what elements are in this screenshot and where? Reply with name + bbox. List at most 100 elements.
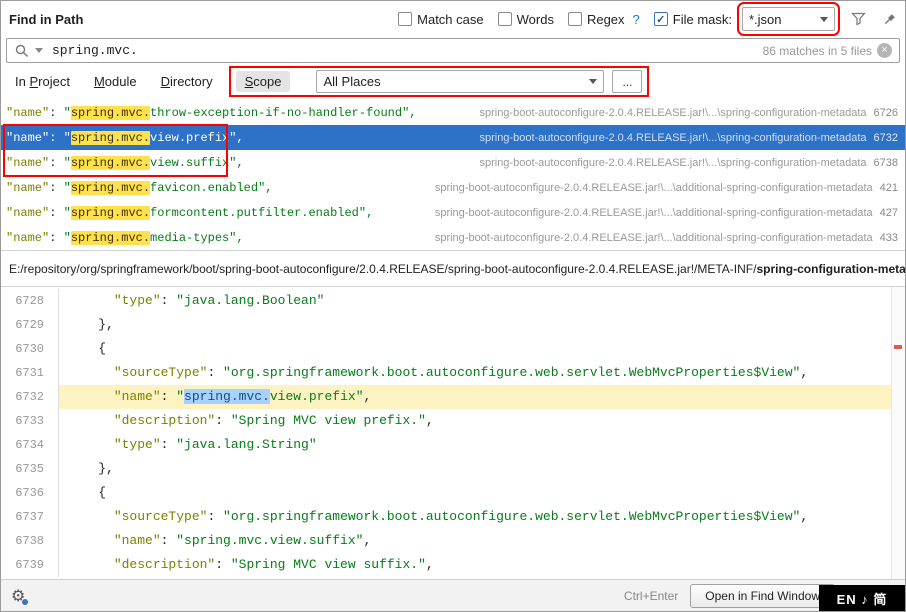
scope-combo[interactable]: All Places [316, 70, 604, 93]
result-text: "name": "spring.mvc.formcontent.putfilte… [6, 206, 373, 220]
pin-icon[interactable] [882, 12, 897, 27]
code-line: 6728 "type": "java.lang.Boolean" [1, 289, 905, 313]
code-line: 6734 "type": "java.lang.String" [1, 433, 905, 457]
clear-search-icon[interactable]: × [877, 43, 892, 58]
dialog-header: Find in Path Match case Words Regex ? ✓ … [1, 1, 905, 37]
code-preview[interactable]: 6728 "type": "java.lang.Boolean"6729 },6… [1, 287, 905, 579]
footer: ⚙ Ctrl+Enter Open in Find Window EN ♪ 简 [1, 579, 905, 611]
result-row[interactable]: "name": "spring.mvc.media-types",spring-… [1, 225, 905, 250]
code-line: 6730 { [1, 337, 905, 361]
scope-bar: In Project Module Directory Scope All Plac… [1, 65, 905, 98]
result-row[interactable]: "name": "spring.mvc.view.prefix", spring-… [1, 125, 905, 150]
dialog-title: Find in Path [9, 12, 83, 27]
scope-tabs: In Project Module Directory [9, 74, 213, 89]
breadcrumb-path: E:/repository/org/springframework/boot/s… [9, 262, 756, 276]
code-text: "name": "spring.mvc.view.suffix", [59, 529, 905, 553]
code-line: 6731 "sourceType": "org.springframework.… [1, 361, 905, 385]
result-location: spring-boot-autoconfigure-2.0.4.RELEASE.… [435, 232, 898, 244]
code-text: "sourceType": "org.springframework.boot.… [59, 505, 905, 529]
result-location: spring-boot-autoconfigure-2.0.4.RELEASE.… [479, 157, 898, 169]
search-history-chevron-icon[interactable] [35, 48, 43, 53]
code-lines: 6728 "type": "java.lang.Boolean"6729 },6… [1, 287, 905, 577]
code-text: { [59, 481, 905, 505]
words-label: Words [517, 12, 554, 27]
scope-tab-module[interactable]: Module [94, 74, 137, 89]
result-text: "name": "spring.mvc.view.prefix", [6, 131, 244, 145]
scope-more-button[interactable]: ... [612, 70, 642, 93]
result-text: "name": "spring.mvc.throw-exception-if-n… [6, 106, 417, 120]
chevron-down-icon [820, 17, 828, 22]
code-text: "type": "java.lang.Boolean" [59, 289, 905, 313]
ime-indicator: EN ♪ 简 [819, 585, 905, 611]
result-row[interactable]: "name": "spring.mvc.formcontent.putfilte… [1, 200, 905, 225]
scope-value: All Places [323, 74, 380, 89]
breadcrumb[interactable]: E:/repository/org/springframework/boot/s… [1, 251, 905, 287]
open-in-find-window-button[interactable]: Open in Find Window [690, 584, 835, 608]
file-mask-label: File mask: [673, 12, 732, 27]
result-row[interactable]: "name": "spring.mvc.favicon.enabled", spr… [1, 175, 905, 200]
code-text: }, [59, 457, 905, 481]
filter-icon[interactable] [851, 12, 866, 26]
line-number: 6730 [1, 337, 59, 361]
result-location: spring-boot-autoconfigure-2.0.4.RELEASE.… [435, 207, 898, 219]
regex-option[interactable]: Regex ? [568, 12, 640, 27]
result-text: "name": "spring.mvc.view.suffix", [6, 156, 244, 170]
result-row[interactable]: "name": "spring.mvc.view.suffix", spring-… [1, 150, 905, 175]
file-mask-option[interactable]: ✓ File mask: [654, 12, 732, 27]
gear-badge [22, 599, 28, 605]
code-text: { [59, 337, 905, 361]
scope-tab-project[interactable]: In Project [15, 74, 70, 89]
code-line: 6737 "sourceType": "org.springframework.… [1, 505, 905, 529]
file-mask-value: *.json [749, 12, 782, 27]
line-number: 6738 [1, 529, 59, 553]
result-text: "name": "spring.mvc.favicon.enabled", [6, 181, 272, 195]
scope-tab-scope[interactable]: Scope [236, 71, 291, 92]
chevron-down-icon [589, 79, 597, 84]
line-number: 6733 [1, 409, 59, 433]
code-line: 6732 "name": "spring.mvc.view.prefix", [1, 385, 905, 409]
regex-checkbox[interactable] [568, 12, 582, 26]
error-stripe-mark [894, 345, 902, 349]
line-number: 6735 [1, 457, 59, 481]
scrollbar[interactable] [891, 287, 905, 579]
line-number: 6739 [1, 553, 59, 577]
results-list: "name": "spring.mvc.throw-exception-if-n… [1, 98, 905, 251]
regex-label: Regex [587, 12, 625, 27]
line-number: 6728 [1, 289, 59, 313]
scope-tab-directory[interactable]: Directory [161, 74, 213, 89]
breadcrumb-file: spring-configuration-metadata [756, 262, 905, 276]
match-count: 86 matches in 5 files [763, 44, 872, 58]
shortcut-hint: Ctrl+Enter [624, 589, 678, 603]
search-input[interactable]: spring.mvc. [52, 43, 138, 58]
code-text: "description": "Spring MVC view prefix."… [59, 409, 905, 433]
code-line: 6736 { [1, 481, 905, 505]
search-icon [14, 43, 30, 59]
gear-icon[interactable]: ⚙ [11, 588, 25, 604]
line-number: 6734 [1, 433, 59, 457]
file-mask-combo[interactable]: *.json [742, 7, 835, 31]
line-number: 6731 [1, 361, 59, 385]
result-location: spring-boot-autoconfigure-2.0.4.RELEASE.… [479, 132, 898, 144]
code-line: 6729 }, [1, 313, 905, 337]
file-mask-checkbox[interactable]: ✓ [654, 12, 668, 26]
code-text: "type": "java.lang.String" [59, 433, 905, 457]
scope-group: Scope All Places ... [231, 68, 648, 95]
result-row[interactable]: "name": "spring.mvc.throw-exception-if-n… [1, 100, 905, 125]
words-checkbox[interactable] [498, 12, 512, 26]
search-bar: spring.mvc. 86 matches in 5 files × [1, 37, 905, 65]
words-option[interactable]: Words [498, 12, 554, 27]
code-line: 6735 }, [1, 457, 905, 481]
match-case-checkbox[interactable] [398, 12, 412, 26]
code-text: "name": "spring.mvc.view.prefix", [59, 385, 905, 409]
result-location: spring-boot-autoconfigure-2.0.4.RELEASE.… [435, 182, 898, 194]
code-line: 6738 "name": "spring.mvc.view.suffix", [1, 529, 905, 553]
line-number: 6729 [1, 313, 59, 337]
code-text: "sourceType": "org.springframework.boot.… [59, 361, 905, 385]
line-number: 6736 [1, 481, 59, 505]
regex-help-link[interactable]: ? [633, 12, 640, 27]
search-options: Match case Words Regex ? ✓ File mask: *.… [384, 7, 897, 31]
code-line: 6739 "description": "Spring MVC view suf… [1, 553, 905, 577]
match-case-option[interactable]: Match case [398, 12, 483, 27]
search-field[interactable]: spring.mvc. 86 matches in 5 files × [6, 38, 900, 63]
code-text: }, [59, 313, 905, 337]
